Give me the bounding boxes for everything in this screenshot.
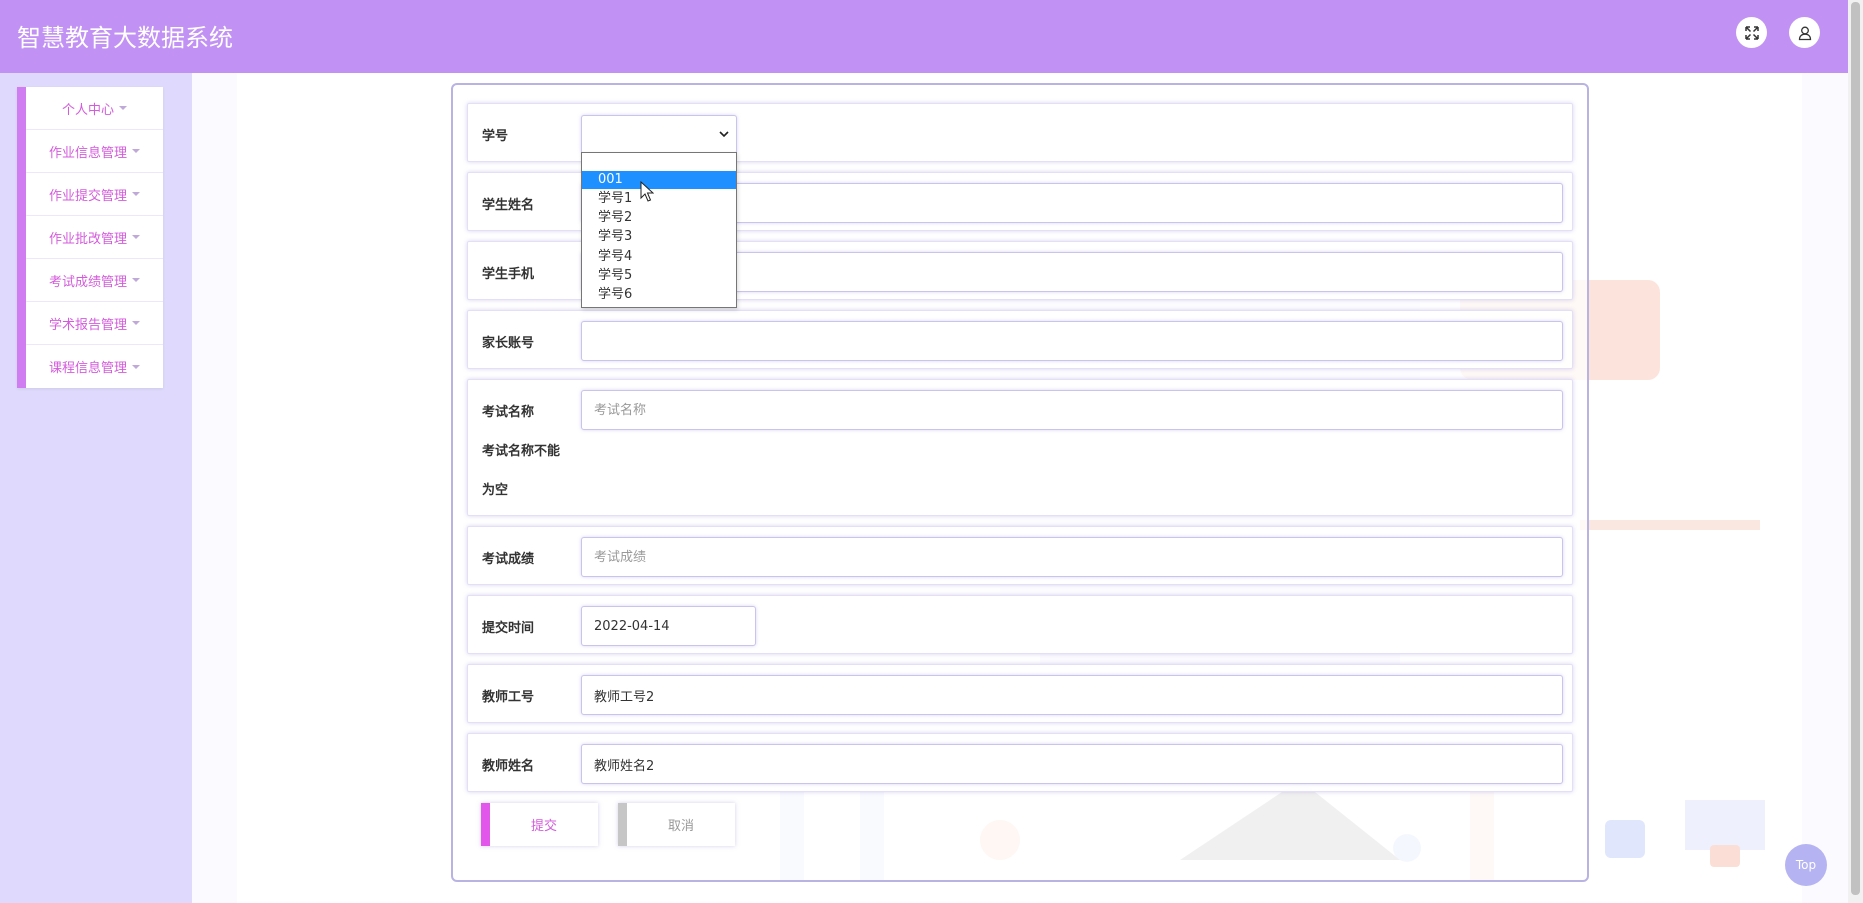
sidebar-item-homework-info[interactable]: 作业信息管理 — [26, 130, 163, 173]
exam-score-input[interactable] — [581, 537, 1563, 577]
mouse-pointer-icon — [640, 181, 654, 202]
chevron-down-icon — [719, 131, 729, 138]
caret-down-icon — [132, 321, 140, 325]
form-row-teacher-name: 教师姓名 — [467, 733, 1573, 792]
caret-down-icon — [132, 192, 140, 196]
caret-down-icon — [119, 106, 127, 110]
caret-down-icon — [132, 364, 140, 369]
exam-name-error: 考试名称不能 — [482, 444, 561, 459]
student-phone-label: 学生手机 — [482, 267, 535, 282]
caret-down-icon — [132, 235, 140, 239]
sidebar-item-personal-center[interactable]: 个人中心 — [26, 87, 163, 130]
exam-score-label: 考试成绩 — [482, 552, 535, 567]
sidebar-item-exam-scores[interactable]: 考试成绩管理 — [26, 259, 163, 302]
teacher-name-input[interactable] — [581, 744, 1563, 784]
exam-name-label: 考试名称 — [482, 405, 535, 420]
form-row-exam-name: 考试名称 考试名称不能 为空 — [467, 379, 1573, 516]
expand-arrows-icon — [1744, 25, 1759, 40]
scrollbar-thumb[interactable] — [1851, 2, 1860, 895]
sidebar-item-course-info[interactable]: 课程信息管理 — [26, 345, 163, 388]
caret-down-icon — [132, 149, 140, 153]
sidebar-item-homework-grading[interactable]: 作业批改管理 — [26, 216, 163, 259]
form-row-teacher-id: 教师工号 — [467, 664, 1573, 723]
teacher-name-label: 教师姓名 — [482, 759, 535, 774]
parent-account-input[interactable] — [581, 321, 1563, 361]
back-to-top-button[interactable]: Top — [1785, 844, 1827, 886]
sidebar-menu: 个人中心 作业信息管理 作业提交管理 作业批改管理 考试成绩管理 学术报告管理 … — [17, 87, 163, 388]
cancel-button[interactable]: 取消 — [618, 803, 735, 846]
top-header: 智慧教育大数据系统 — [0, 0, 1848, 73]
student-id-select[interactable] — [581, 115, 737, 154]
sidebar-item-academic-reports[interactable]: 学术报告管理 — [26, 302, 163, 345]
form-row-submit-time: 提交时间 — [467, 595, 1573, 654]
exam-name-input[interactable] — [581, 390, 1563, 430]
user-icon — [1798, 26, 1811, 40]
submit-time-label: 提交时间 — [482, 621, 535, 636]
sidebar-item-label: 作业批改管理 — [48, 231, 127, 247]
user-button[interactable] — [1789, 17, 1820, 48]
form-row-parent-account: 家长账号 — [467, 310, 1573, 369]
caret-down-icon — [132, 278, 140, 282]
exam-name-error-cont: 为空 — [482, 483, 509, 498]
submit-button[interactable]: 提交 — [481, 803, 598, 846]
dropdown-option[interactable]: 学号1 — [582, 190, 736, 208]
dropdown-option[interactable]: 学号3 — [582, 228, 736, 246]
dropdown-option[interactable]: 学号6 — [582, 286, 736, 304]
app-title: 智慧教育大数据系统 — [17, 24, 233, 52]
dropdown-option[interactable]: 学号2 — [582, 209, 736, 227]
sidebar-item-label: 考试成绩管理 — [48, 274, 127, 290]
sidebar-item-homework-submission[interactable]: 作业提交管理 — [26, 173, 163, 216]
fullscreen-button[interactable] — [1736, 17, 1767, 48]
sidebar-item-label: 作业信息管理 — [48, 145, 127, 161]
sidebar-item-label: 学术报告管理 — [48, 317, 127, 333]
parent-account-label: 家长账号 — [482, 336, 535, 351]
student-id-dropdown-list[interactable]: 001 学号1 学号2 学号3 学号4 学号5 学号6 — [581, 152, 737, 308]
sidebar-item-label: 课程信息管理 — [48, 361, 127, 376]
teacher-id-input[interactable] — [581, 675, 1563, 715]
dropdown-option[interactable]: 学号5 — [582, 267, 736, 285]
student-id-label: 学号 — [482, 129, 509, 144]
student-name-label: 学生姓名 — [482, 198, 535, 213]
form-row-exam-score: 考试成绩 — [467, 526, 1573, 585]
sidebar-item-label: 作业提交管理 — [48, 188, 127, 204]
page-scrollbar[interactable] — [1848, 0, 1863, 903]
dropdown-option[interactable]: 学号4 — [582, 248, 736, 266]
sidebar-item-label: 个人中心 — [61, 102, 114, 118]
teacher-id-label: 教师工号 — [482, 690, 535, 705]
submit-time-date-input[interactable] — [581, 606, 756, 646]
dropdown-option[interactable]: 001 — [582, 171, 736, 189]
